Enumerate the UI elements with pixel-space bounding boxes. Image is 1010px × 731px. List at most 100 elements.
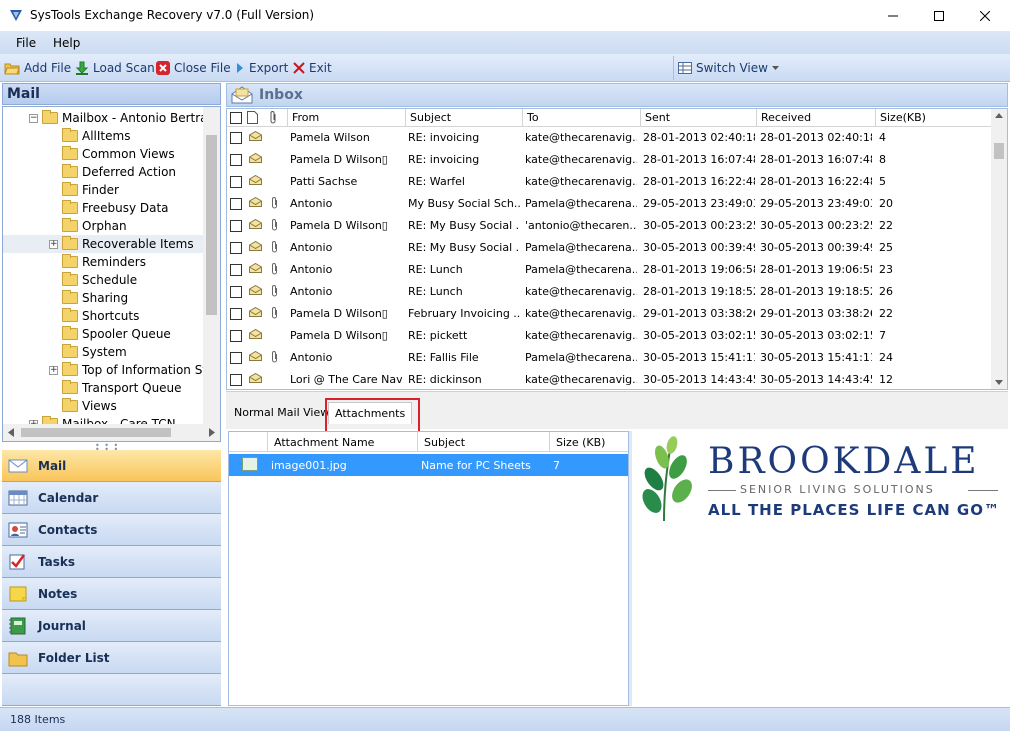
scroll-thumb[interactable] (206, 135, 217, 315)
row-checkbox[interactable] (230, 308, 242, 320)
row-checkbox[interactable] (230, 330, 242, 342)
pane-splitter-grip[interactable]: • • • • • • (95, 442, 125, 454)
scroll-thumb[interactable] (994, 143, 1004, 159)
scroll-up-icon[interactable] (995, 113, 1003, 118)
tree-item[interactable]: Schedule (49, 271, 137, 289)
column-header-sent[interactable]: Sent (640, 109, 756, 127)
row-checkbox[interactable] (230, 220, 242, 232)
column-header-to[interactable]: To (522, 109, 640, 127)
menu-file[interactable]: File (16, 36, 36, 50)
nav-journal-button[interactable]: Journal (2, 610, 221, 642)
scroll-right-icon[interactable] (209, 428, 215, 437)
row-checkbox[interactable] (230, 132, 242, 144)
load-scan-button[interactable]: Load Scan (75, 58, 155, 78)
envelope-icon (249, 219, 262, 229)
scroll-thumb[interactable] (21, 428, 171, 437)
tree-item[interactable]: Transport Queue (49, 379, 182, 397)
folder-icon (62, 164, 78, 178)
email-row[interactable]: Pamela D Wilson▯ February Invoicing ... ka… (227, 303, 993, 325)
tree-item[interactable]: Deferred Action (49, 163, 176, 181)
tree-item[interactable]: − Mailbox - Antonio Bertran (29, 109, 215, 127)
email-size: 24 (879, 351, 893, 364)
email-row[interactable]: Antonio RE: Lunch Pamela@thecarena... 28-01… (227, 259, 993, 281)
email-row[interactable]: Antonio RE: My Busy Social ... Pamela@thec… (227, 237, 993, 259)
email-from: Antonio (290, 285, 333, 298)
email-row[interactable]: Antonio RE: Fallis File Pamela@thecarena..… (227, 347, 993, 369)
column-header-attachment-size[interactable]: Size (KB) (549, 432, 628, 452)
tree-item[interactable]: Reminders (49, 253, 146, 271)
folder-tree[interactable]: − Mailbox - Antonio Bertran AllItems Common… (2, 106, 221, 442)
tree-item[interactable]: Finder (49, 181, 119, 199)
row-checkbox[interactable] (230, 264, 242, 276)
tree-item[interactable]: Spooler Queue (49, 325, 171, 343)
email-from: Antonio (290, 351, 333, 364)
nav-contacts-button[interactable]: Contacts (2, 514, 221, 546)
email-row[interactable]: Pamela D Wilson▯ RE: invoicing kate@thecar… (227, 149, 993, 171)
expand-icon[interactable]: + (49, 239, 58, 249)
export-button[interactable]: Export (235, 58, 288, 78)
email-row[interactable]: Pamela D Wilson▯ RE: My Busy Social ... 'a… (227, 215, 993, 237)
nav-tasks-button[interactable]: Tasks (2, 546, 221, 578)
expand-icon[interactable]: + (49, 365, 58, 375)
email-row[interactable]: Pamela D Wilson▯ RE: pickett kate@thecaren… (227, 325, 993, 347)
email-grid[interactable]: From Subject To Sent Received Size(KB) P… (226, 108, 1008, 390)
menu-help[interactable]: Help (53, 36, 80, 50)
tree-item[interactable]: Orphan (49, 217, 127, 235)
email-row[interactable]: Lori @ The Care Nav... RE: dickinson kate@… (227, 369, 993, 389)
row-checkbox[interactable] (230, 154, 242, 166)
row-checkbox[interactable] (230, 352, 242, 364)
row-checkbox[interactable] (230, 242, 242, 254)
brookdale-leaf-logo-icon (642, 436, 692, 522)
scroll-left-icon[interactable] (8, 428, 14, 437)
switch-view-button[interactable]: Switch View (678, 58, 779, 78)
tree-item[interactable]: + Recoverable Items (3, 235, 203, 253)
nav-mail-button[interactable]: Mail (2, 450, 221, 482)
tree-item[interactable]: Sharing (49, 289, 128, 307)
row-checkbox[interactable] (230, 374, 242, 386)
nav-folder-list-button[interactable]: Folder List (2, 642, 221, 674)
minimize-button[interactable] (870, 0, 916, 31)
row-checkbox[interactable] (230, 176, 242, 188)
tree-item[interactable]: Shortcuts (49, 307, 139, 325)
row-checkbox[interactable] (230, 198, 242, 210)
tab-normal-mail-view[interactable]: Normal Mail View (228, 402, 335, 424)
tree-item[interactable]: Views (49, 397, 117, 415)
close-file-button[interactable]: Close File (156, 58, 231, 78)
column-header-attachment-subject[interactable]: Subject (417, 432, 549, 452)
calendar-icon (8, 490, 28, 505)
exit-button[interactable]: Exit (293, 58, 332, 78)
scroll-down-icon[interactable] (995, 380, 1003, 385)
close-button[interactable] (962, 0, 1008, 31)
nav-calendar-button[interactable]: Calendar (2, 482, 221, 514)
column-header-attachment-name[interactable]: Attachment Name (267, 432, 417, 452)
tree-item[interactable]: Freebusy Data (49, 199, 169, 217)
left-rule (708, 490, 736, 491)
tree-item[interactable]: System (49, 343, 127, 361)
column-header-size[interactable]: Size(KB) (875, 109, 993, 127)
maximize-button[interactable] (916, 0, 962, 31)
column-header-from[interactable]: From (287, 109, 405, 127)
attachments-list[interactable]: Attachment Name Subject Size (KB) image0… (228, 431, 629, 706)
column-header-subject[interactable]: Subject (405, 109, 522, 127)
email-row[interactable]: Antonio My Busy Social Sch... Pamela@theca… (227, 193, 993, 215)
tree-vertical-scrollbar[interactable] (203, 107, 220, 425)
tree-item[interactable]: Common Views (49, 145, 175, 163)
grid-vertical-scrollbar[interactable] (991, 109, 1007, 389)
add-file-button[interactable]: Add File (4, 58, 71, 78)
select-all-checkbox[interactable] (230, 112, 242, 124)
tree-horizontal-scrollbar[interactable] (3, 424, 220, 441)
row-checkbox[interactable] (230, 286, 242, 298)
switch-view-icon (678, 62, 692, 74)
email-from: Pamela D Wilson▯ (290, 307, 388, 320)
folder-icon (62, 218, 78, 232)
email-row[interactable]: Antonio RE: Lunch kate@thecarenavig... 28-0… (227, 281, 993, 303)
email-row[interactable]: Patti Sachse RE: Warfel kate@thecarenavig.… (227, 171, 993, 193)
column-header-received[interactable]: Received (756, 109, 875, 127)
email-row[interactable]: Pamela Wilson RE: invoicing kate@thecarena… (227, 127, 993, 149)
tree-item[interactable]: + Top of Information Store (49, 361, 220, 379)
collapse-icon[interactable]: − (29, 113, 38, 123)
email-received: 30-05-2013 15:41:11 (760, 351, 872, 364)
nav-notes-button[interactable]: Notes (2, 578, 221, 610)
attachment-row[interactable]: image001.jpg Name for PC Sheets 7 (229, 454, 628, 476)
tree-item[interactable]: AllItems (49, 127, 130, 145)
